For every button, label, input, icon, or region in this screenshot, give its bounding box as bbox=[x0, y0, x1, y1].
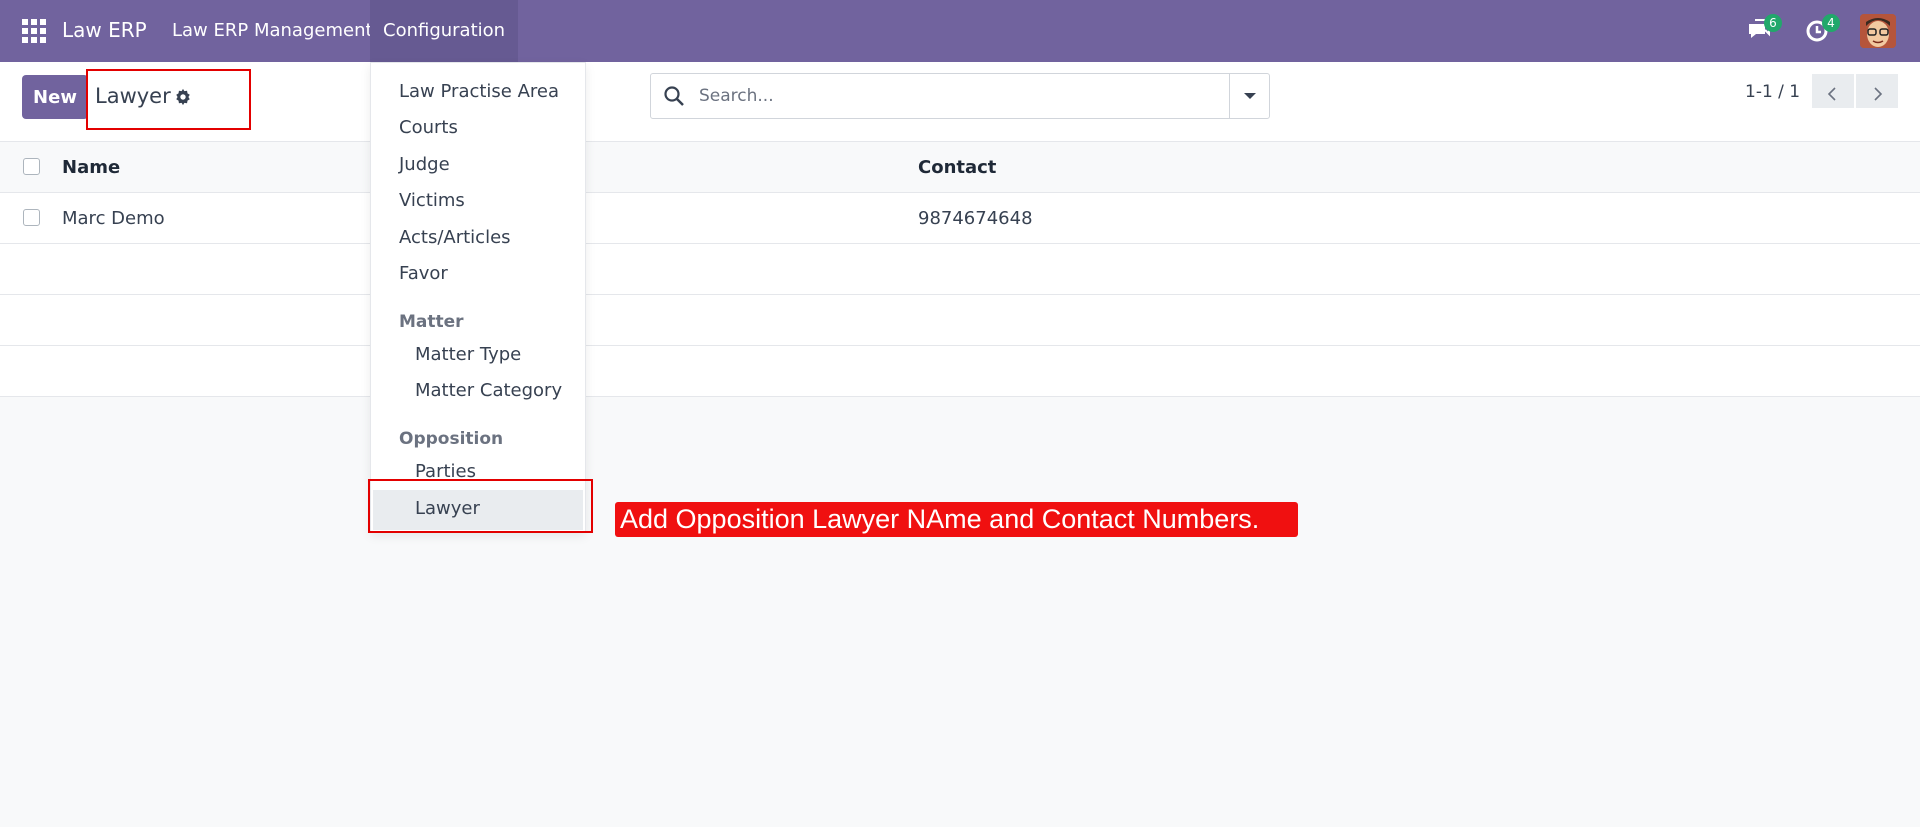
pager-value[interactable]: 1-1 / 1 bbox=[1745, 82, 1800, 102]
menu-item-acts-articles[interactable]: Acts/Articles bbox=[399, 227, 511, 248]
messages-badge: 6 bbox=[1764, 14, 1782, 32]
table-row[interactable]: Marc Demo 9874674648 bbox=[0, 193, 1920, 244]
search-icon bbox=[664, 86, 684, 106]
empty-row bbox=[0, 244, 1920, 295]
menu-law-erp-management[interactable]: Law ERP Management bbox=[159, 0, 386, 62]
activities-badge: 4 bbox=[1822, 14, 1840, 32]
chevron-left-icon bbox=[1827, 86, 1836, 101]
highlight-breadcrumb-box bbox=[86, 69, 251, 130]
user-avatar[interactable] bbox=[1860, 14, 1896, 48]
pager-previous-button[interactable] bbox=[1812, 74, 1854, 108]
empty-row bbox=[0, 346, 1920, 397]
column-header-contact[interactable]: Contact bbox=[918, 157, 996, 178]
activities-systray[interactable]: 4 bbox=[1804, 14, 1840, 46]
menu-item-matter-type[interactable]: Matter Type bbox=[415, 344, 521, 365]
annotation-callout: Add Opposition Lawyer NAme and Contact N… bbox=[615, 502, 1298, 537]
top-navbar: Law ERP Law ERP Management Configuration… bbox=[0, 0, 1920, 62]
empty-row bbox=[0, 295, 1920, 346]
chevron-right-icon bbox=[1874, 86, 1883, 101]
menu-item-matter-category[interactable]: Matter Category bbox=[415, 380, 562, 401]
search-options-toggle[interactable] bbox=[1229, 74, 1269, 118]
app-brand[interactable]: Law ERP bbox=[62, 18, 147, 42]
cell-contact: 9874674648 bbox=[918, 208, 1033, 229]
control-panel: New Lawyer 1-1 / 1 bbox=[0, 62, 1920, 142]
search-input[interactable] bbox=[699, 82, 1199, 110]
menu-item-victims[interactable]: Victims bbox=[399, 190, 465, 211]
cell-name: Marc Demo bbox=[62, 208, 165, 229]
search-bar bbox=[650, 73, 1270, 119]
configuration-dropdown: Law Practise Area Courts Judge Victims A… bbox=[370, 62, 586, 532]
menu-item-judge[interactable]: Judge bbox=[399, 154, 450, 175]
menu-section-opposition: Opposition bbox=[399, 429, 504, 449]
menu-item-law-practise-area[interactable]: Law Practise Area bbox=[399, 81, 559, 102]
column-header-name[interactable]: Name bbox=[62, 157, 120, 178]
row-checkbox[interactable] bbox=[23, 209, 40, 226]
menu-item-favor[interactable]: Favor bbox=[399, 263, 448, 284]
menu-section-matter: Matter bbox=[399, 312, 464, 332]
menu-configuration[interactable]: Configuration bbox=[370, 0, 519, 62]
select-all-checkbox[interactable] bbox=[23, 158, 40, 175]
app-grid-icon[interactable] bbox=[22, 19, 46, 43]
lawyer-list: Name Contact Marc Demo 9874674648 bbox=[0, 142, 1920, 397]
messages-systray[interactable]: 6 bbox=[1746, 14, 1782, 46]
highlight-lawyer-menu-box bbox=[368, 479, 593, 533]
menu-item-courts[interactable]: Courts bbox=[399, 117, 458, 138]
avatar-icon bbox=[1860, 14, 1896, 48]
new-button[interactable]: New bbox=[22, 75, 88, 119]
pager-next-button[interactable] bbox=[1856, 74, 1898, 108]
list-header-row: Name Contact bbox=[0, 142, 1920, 193]
